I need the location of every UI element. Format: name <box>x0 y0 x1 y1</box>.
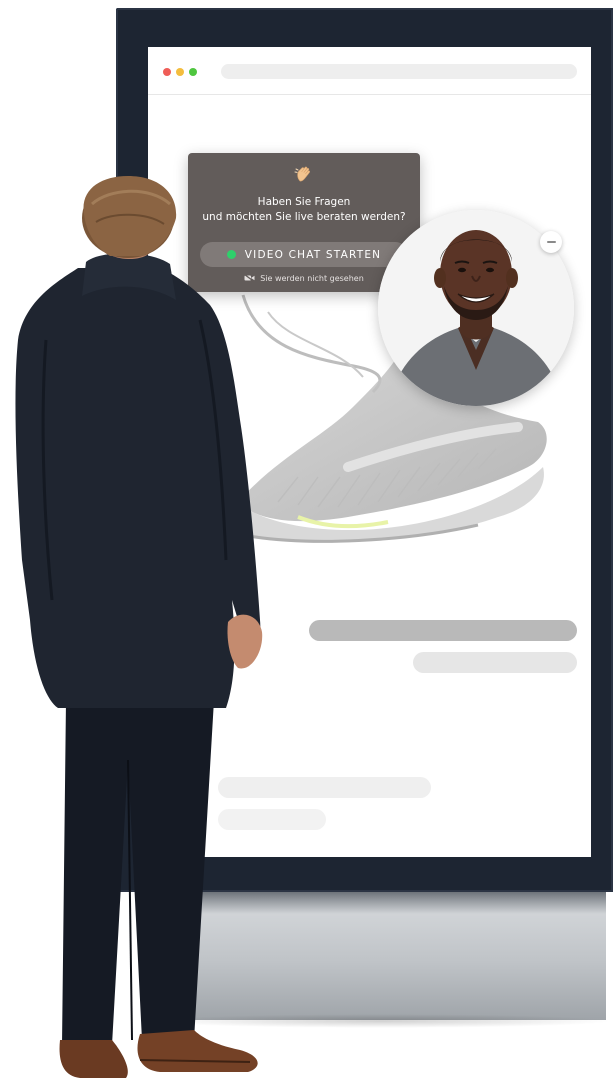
person-silhouette <box>15 176 263 1078</box>
kiosk-scene: Haben Sie Fragen und möchten Sie live be… <box>0 0 613 1084</box>
